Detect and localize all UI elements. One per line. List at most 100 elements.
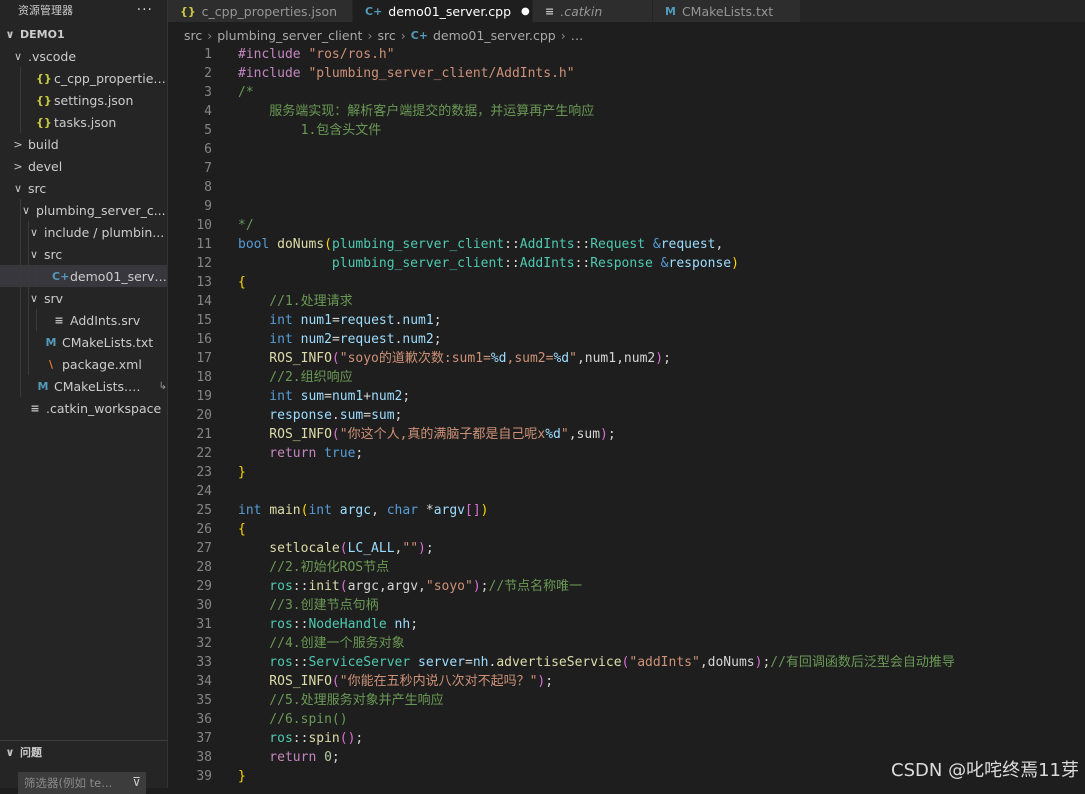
tree-item[interactable]: \ package.xml <box>0 353 167 375</box>
tree-item[interactable]: ∨ .vscode <box>0 45 167 67</box>
tree-item[interactable]: ≡ AddInts.srv <box>0 309 167 331</box>
breadcrumb-item[interactable]: demo01_server.cpp <box>433 28 556 43</box>
code-line[interactable]: 18 //2.组织响应 <box>168 368 1085 387</box>
line-number: 35 <box>196 693 212 708</box>
code-token: int <box>238 389 301 404</box>
code-line[interactable]: 26 { <box>168 520 1085 539</box>
tree-item[interactable]: {} settings.json <box>0 89 167 111</box>
code-line[interactable]: 23} <box>168 463 1085 482</box>
tree-item[interactable]: ∨ include / plumbin... <box>0 221 167 243</box>
code-line[interactable]: 20 response.sum=sum; <box>168 406 1085 425</box>
code-content: #include "plumbing_server_client/AddInts… <box>238 64 575 83</box>
tree-item[interactable]: ∨ DEMO1 <box>0 23 167 45</box>
code-token: " <box>569 351 577 366</box>
code-line[interactable]: 9 <box>168 197 1085 216</box>
code-token: ,doNums <box>699 655 755 670</box>
tree-item[interactable]: ∨ srv <box>0 287 167 309</box>
code-line[interactable]: 6 <box>168 140 1085 159</box>
tree-item[interactable]: M CMakeLists.txt <box>0 331 167 353</box>
code-token: ros <box>238 617 293 632</box>
tree-item[interactable]: ∨ src <box>0 177 167 199</box>
tab-label: demo01_server.cpp <box>388 3 512 19</box>
tree-item[interactable]: M CMakeLists.txt ↳ <box>0 375 167 397</box>
code-token: ( <box>339 541 348 556</box>
code-line[interactable]: 5 1.包含头文件 <box>168 121 1085 140</box>
code-line[interactable]: 13 { <box>168 273 1085 292</box>
tree-item[interactable]: C+demo01_server.... <box>0 265 167 287</box>
code-token: plumbing_server_client <box>331 237 505 252</box>
more-actions-icon[interactable]: ··· <box>137 2 153 18</box>
code-line[interactable]: 25 int main(int argc, char *argv[]) <box>168 501 1085 520</box>
line-number: 36 <box>196 712 212 727</box>
code-line[interactable]: 27 setlocale(LC_ALL,""); <box>168 539 1085 558</box>
filter-icon[interactable]: ⊽ <box>132 775 141 789</box>
code-line[interactable]: 12 plumbing_server_client::AddInts::Resp… <box>168 254 1085 273</box>
code-line[interactable]: 4 服务端实现：解析客户端提交的数据，并运算再产生响应 <box>168 102 1085 121</box>
code-line[interactable]: 24 <box>168 482 1085 501</box>
code-line[interactable]: 29 ros::init(argc,argv,"soyo");//节点名称唯一 <box>168 577 1085 596</box>
tree-item[interactable]: ∨ plumbing_server_c... <box>0 199 167 221</box>
breadcrumb-item[interactable]: plumbing_server_client <box>217 28 362 43</box>
tree-item[interactable]: {} tasks.json <box>0 111 167 133</box>
code-line[interactable]: 19 int sum=num1+num2; <box>168 387 1085 406</box>
code-line[interactable]: 30 //3.创建节点句柄 <box>168 596 1085 615</box>
tree-item[interactable]: {} c_cpp_properties.j... <box>0 67 167 89</box>
code-token: %d <box>490 351 507 366</box>
code-token: char <box>386 503 426 518</box>
tree-item[interactable]: ∨ src <box>0 243 167 265</box>
code-line[interactable]: 21 ROS_INFO("你这个人,真的满脑子都是自己呢x%d",sum); <box>168 425 1085 444</box>
line-number: 20 <box>196 408 212 423</box>
line-number: 3 <box>204 85 212 100</box>
code-token: ROS_INFO <box>238 674 332 689</box>
code-line[interactable]: 16 int num2=request.num2; <box>168 330 1085 349</box>
code-token: num1 <box>402 313 434 328</box>
code-line[interactable]: 15 int num1=request.num1; <box>168 311 1085 330</box>
code-line[interactable]: 1 #include "ros/ros.h" <box>168 45 1085 64</box>
code-line[interactable]: 34 ROS_INFO("你能在五秒内说八次对不起吗？"); <box>168 672 1085 691</box>
editor-tab[interactable]: ≡ .catkin <box>533 0 653 22</box>
editor-tab[interactable]: {} c_cpp_properties.json <box>168 0 353 22</box>
chevron-down-icon: ∨ <box>13 181 23 195</box>
breadcrumb-item[interactable]: … <box>571 28 584 43</box>
code-line[interactable]: 35 //5.处理服务对象并产生响应 <box>168 691 1085 710</box>
editor-tab[interactable]: C+ demo01_server.cpp ● <box>353 0 533 22</box>
editor-tab[interactable]: M CMakeLists.txt <box>653 0 801 22</box>
breadcrumb-item[interactable]: src <box>377 28 395 43</box>
code-line[interactable]: 22 return true; <box>168 444 1085 463</box>
line-number: 34 <box>196 674 212 689</box>
code-line[interactable]: 10 */ <box>168 216 1085 235</box>
code-token: #include <box>238 66 309 81</box>
code-editor[interactable]: 1 #include "ros/ros.h" 2 #include "plumbing… <box>168 45 1085 788</box>
tree-item[interactable]: ≡ .catkin_workspace <box>0 397 167 419</box>
unsaved-dot-icon[interactable]: ● <box>521 6 530 17</box>
code-line[interactable]: 32 //4.创建一个服务对象 <box>168 634 1085 653</box>
problems-header[interactable]: ∨ 问题 <box>0 741 168 763</box>
code-token: int <box>238 503 270 518</box>
problems-filter-input[interactable]: 筛选器(例如 te... ⊽ <box>18 772 146 794</box>
breadcrumb-item[interactable]: src <box>184 28 202 43</box>
code-line[interactable]: 33 ros::ServiceServer server=nh.advertis… <box>168 653 1085 672</box>
tree-item[interactable]: > devel <box>0 155 167 177</box>
code-token: 1.包含头文件 <box>238 123 382 138</box>
code-token: %d <box>545 427 561 442</box>
code-line[interactable]: 3 /* <box>168 83 1085 102</box>
code-line[interactable]: 37 ros::spin(); <box>168 729 1085 748</box>
code-line[interactable]: 7 <box>168 159 1085 178</box>
tree-item-label: devel <box>28 158 63 174</box>
code-line[interactable]: 8 <box>168 178 1085 197</box>
code-token: ; <box>433 332 442 347</box>
code-line[interactable]: 14 //1.处理请求 <box>168 292 1085 311</box>
tree-item[interactable]: > build <box>0 133 167 155</box>
indent-guide <box>20 331 21 353</box>
code-line[interactable]: 17 ROS_INFO("soyo的道歉次数:sum1=%d,sum2=%d",… <box>168 349 1085 368</box>
code-line[interactable]: 11 bool doNums(plumbing_server_client::Ad… <box>168 235 1085 254</box>
code-line[interactable]: 28 //2.初始化ROS节点 <box>168 558 1085 577</box>
code-line[interactable]: 36 //6.spin() <box>168 710 1085 729</box>
code-token: "plumbing_server_client/AddInts.h" <box>308 66 575 81</box>
breadcrumb-separator-icon: › <box>400 27 406 43</box>
code-line[interactable]: 2 #include "plumbing_server_client/AddInt… <box>168 64 1085 83</box>
code-content: #include "ros/ros.h" <box>238 45 395 64</box>
code-line[interactable]: 31 ros::NodeHandle nh; <box>168 615 1085 634</box>
code-token: ; <box>433 313 442 328</box>
tree-item-label: include / plumbin... <box>44 224 165 240</box>
